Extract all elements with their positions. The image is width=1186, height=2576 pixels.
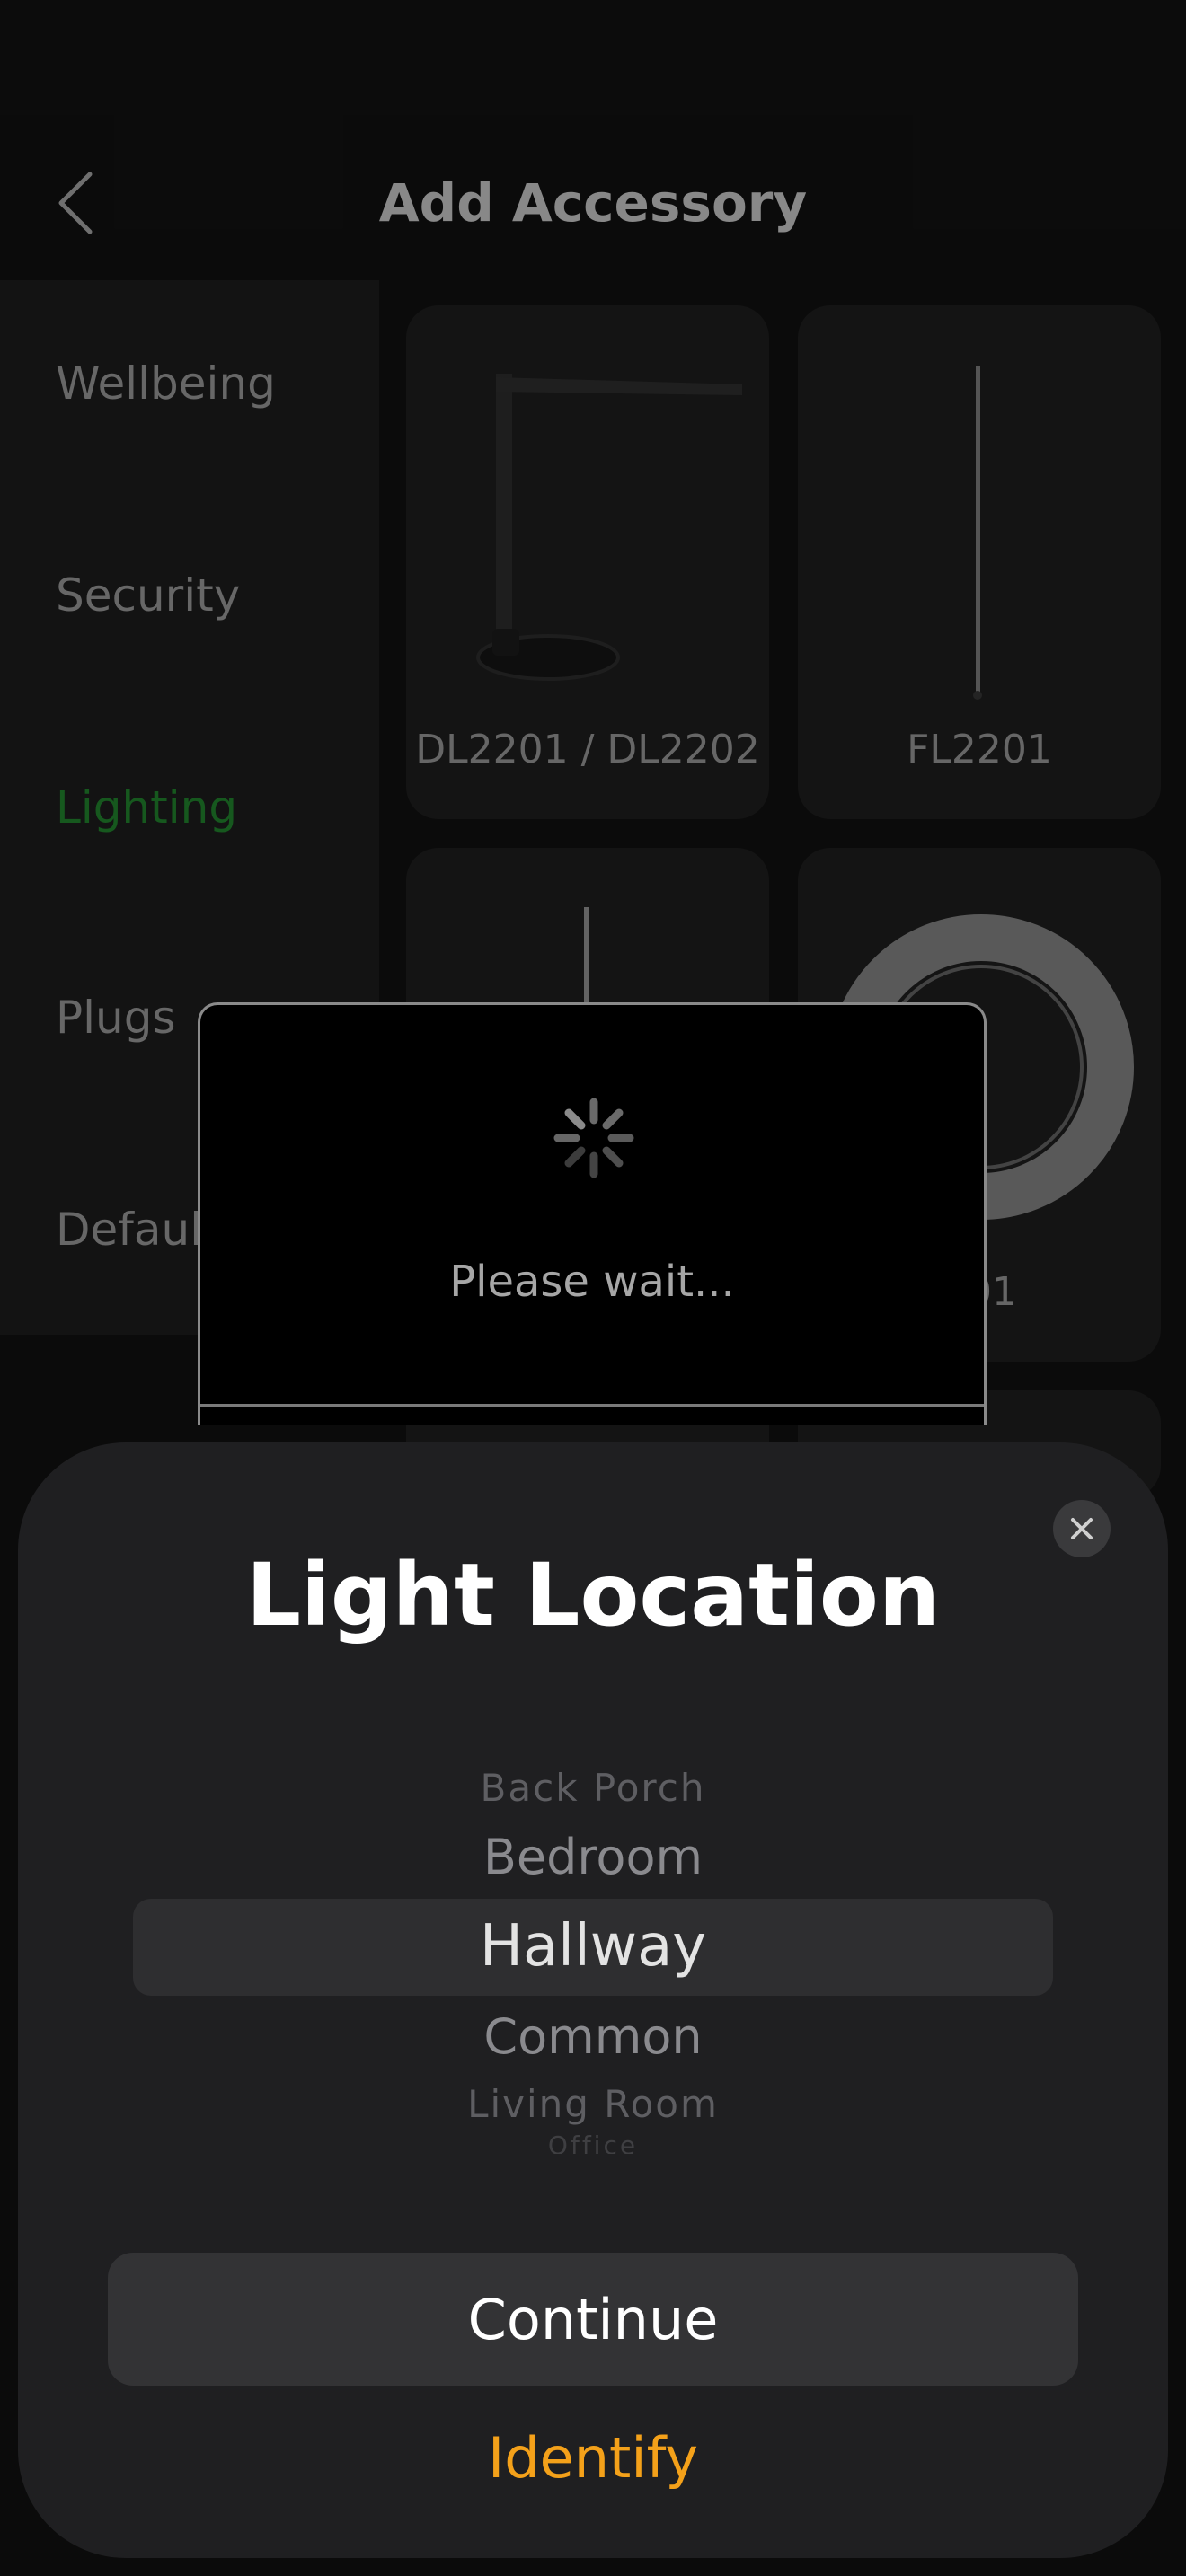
picker-option-selected[interactable]: Hallway bbox=[18, 1913, 1168, 1980]
picker-option[interactable]: Common bbox=[18, 2008, 1168, 2065]
identify-button[interactable]: Identify bbox=[18, 2425, 1168, 2491]
wait-message: Please wait... bbox=[449, 1257, 735, 1307]
picker-option[interactable]: Office bbox=[18, 2130, 1168, 2154]
continue-button[interactable]: Continue bbox=[108, 2253, 1078, 2386]
please-wait-dialog: Please wait... bbox=[198, 1002, 987, 1425]
sheet-title: Light Location bbox=[245, 1545, 941, 1645]
divider bbox=[200, 1404, 984, 1407]
spinner-icon bbox=[553, 1098, 634, 1178]
light-location-sheet: Light Location Back Porch Bedroom Hallwa… bbox=[18, 1442, 1168, 2558]
location-picker[interactable]: Back Porch Bedroom Hallway Common Living… bbox=[18, 1748, 1168, 2154]
picker-option[interactable]: Bedroom bbox=[18, 1829, 1168, 1885]
picker-option[interactable]: Living Room bbox=[18, 2082, 1168, 2126]
picker-option[interactable]: Back Porch bbox=[18, 1766, 1168, 1810]
